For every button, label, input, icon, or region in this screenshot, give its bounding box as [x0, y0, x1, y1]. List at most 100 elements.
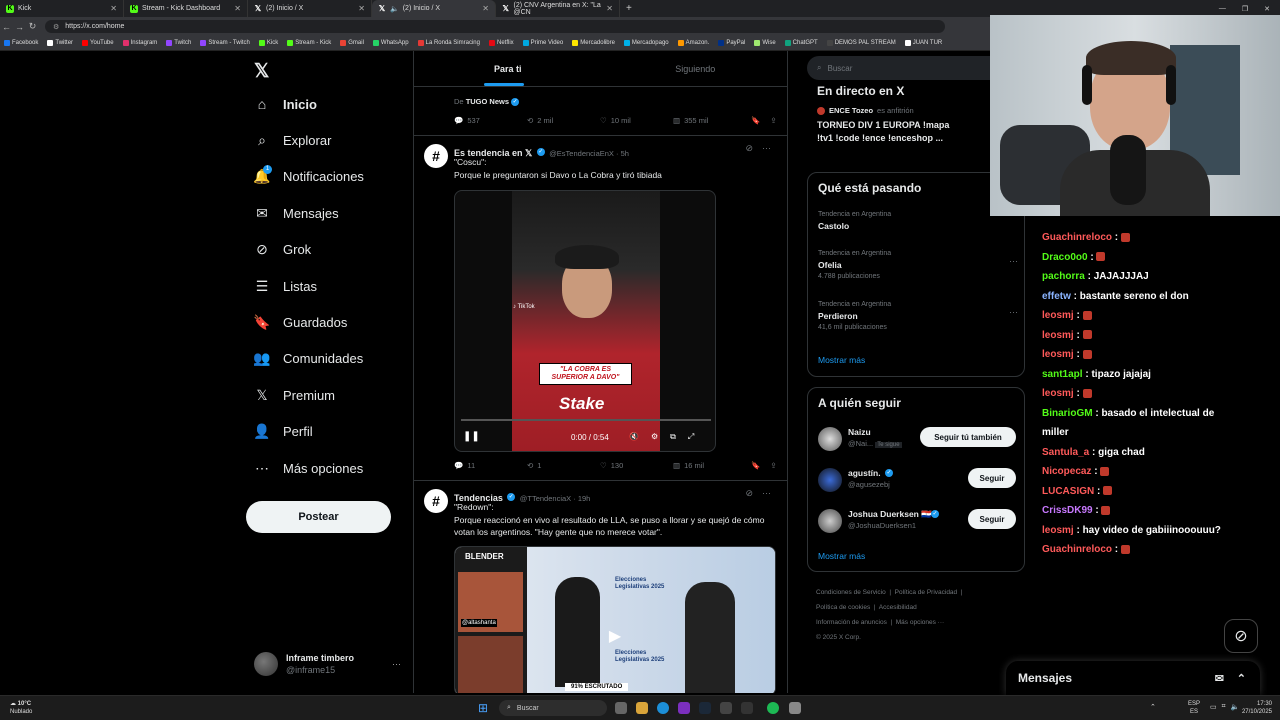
reply-button[interactable]: 💬 537	[454, 116, 527, 125]
back-icon[interactable]: ←	[0, 22, 13, 32]
bookmark-item[interactable]: Mercadolibre	[572, 40, 615, 46]
follow-button[interactable]: Seguir tú también	[920, 427, 1016, 447]
chat-username[interactable]: leosmj	[1042, 310, 1074, 321]
follow-button[interactable]: Seguir	[968, 509, 1016, 529]
share-icon[interactable]: ⇪	[770, 116, 776, 125]
bookmark-item[interactable]: Amazon.	[677, 40, 709, 46]
reply-button[interactable]: 💬 11	[454, 461, 527, 470]
mute-icon[interactable]: 🔇	[629, 432, 639, 442]
chat-username[interactable]: BinarioGM	[1042, 408, 1093, 419]
bookmark-item[interactable]: Instagram	[122, 40, 157, 46]
fullscreen-icon[interactable]: ⤢	[688, 432, 694, 442]
more-icon[interactable]: ···	[1009, 256, 1018, 266]
tab-para-ti[interactable]: Para ti	[414, 51, 602, 86]
like-button[interactable]: ♡ 10 mil	[600, 116, 673, 125]
tray-chevron-icon[interactable]: ⌃	[1150, 703, 1156, 711]
bookmark-item[interactable]: PayPal	[718, 40, 745, 46]
nav-item-mas-opciones[interactable]: ⋯ Más opciones	[254, 460, 363, 476]
grok-icon[interactable]: ⊘	[745, 143, 753, 154]
edge-icon[interactable]	[657, 702, 669, 714]
chat-username[interactable]: CrissDK99	[1042, 505, 1093, 516]
more-icon[interactable]: ···	[762, 143, 771, 153]
close-tab-icon[interactable]: ✕	[110, 4, 117, 13]
bookmark-item[interactable]: YouTube	[82, 40, 114, 46]
chat-username[interactable]: Nicopecaz	[1042, 466, 1091, 477]
pause-icon[interactable]: ❚❚	[463, 431, 480, 442]
close-window-icon[interactable]: ✕	[1264, 5, 1270, 13]
speaker-icon[interactable]: 🔈	[390, 5, 399, 13]
messages-drawer[interactable]: Mensajes ✉ ⌃	[1006, 661, 1260, 695]
clock[interactable]: 17:30 27/10/2025	[1240, 700, 1272, 716]
bookmark-button[interactable]: 🔖	[751, 461, 760, 470]
follow-button[interactable]: Seguir	[968, 468, 1016, 488]
bookmark-item[interactable]: Facebook	[4, 40, 38, 46]
nav-item-mensajes[interactable]: ✉ Mensajes	[254, 205, 339, 221]
browser-tab[interactable]: 𝕏 (2) CNV Argentina en X: "La @CN ✕	[496, 0, 620, 17]
app-icon[interactable]	[720, 702, 732, 714]
windows-start-icon[interactable]: ⊞	[478, 701, 488, 715]
trend-item[interactable]: Tendencia en Argentina Ofelia 4.788 public…	[818, 250, 1018, 280]
taskbar-search[interactable]: ⌕ Buscar	[499, 700, 607, 716]
bookmark-item[interactable]: DEMOS PAL STREAM	[826, 40, 896, 46]
weather-widget[interactable]: ☁ 10°C Nublado	[10, 700, 32, 716]
browser-tab-active[interactable]: 𝕏 🔈 (2) Inicio / X ✕	[372, 0, 496, 17]
bookmark-item[interactable]: Twitter	[47, 40, 73, 46]
chat-username[interactable]: leosmj	[1042, 388, 1074, 399]
repost-button[interactable]: ⟲ 2 mil	[527, 116, 600, 125]
trend-item[interactable]: Tendencia en Argentina Perdieron 41,6 mil …	[818, 301, 1018, 331]
grok-icon[interactable]: ⊘	[745, 488, 753, 499]
nav-item-inicio[interactable]: ⌂ Inicio	[254, 96, 317, 112]
play-icon[interactable]: ▶	[605, 627, 625, 647]
bookmark-item[interactable]: WhatsApp	[372, 40, 409, 46]
close-tab-icon[interactable]: ✕	[358, 4, 365, 13]
browser-tab[interactable]: K Kick ✕	[0, 0, 124, 17]
app-icon[interactable]	[789, 702, 801, 714]
more-icon[interactable]: ···	[392, 659, 401, 669]
nav-item-guardados[interactable]: 🔖 Guardados	[253, 314, 347, 330]
site-info-icon[interactable]: ⚙	[53, 23, 59, 31]
task-view-icon[interactable]	[615, 702, 627, 714]
chat-username[interactable]: leosmj	[1042, 330, 1074, 341]
chat-username[interactable]: LUCASIGN	[1042, 486, 1094, 497]
trend-account-avatar[interactable]: #	[424, 144, 448, 168]
nav-item-listas[interactable]: ☰ Listas	[254, 278, 317, 294]
nav-item-grok[interactable]: ⊘ Grok	[254, 241, 311, 258]
chat-username[interactable]: Guachinreloco	[1042, 544, 1112, 555]
bookmark-item[interactable]: Stream - Twitch	[200, 40, 250, 46]
more-icon[interactable]: ···	[762, 488, 771, 498]
chat-username[interactable]: effetw	[1042, 291, 1071, 302]
nav-item-perfil[interactable]: 👤 Perfil	[253, 423, 312, 440]
follow-suggestion[interactable]: Naizu @Nai... Te sigue Seguir tú también	[818, 425, 1018, 455]
new-tab-button[interactable]: +	[626, 3, 632, 14]
pip-icon[interactable]: ⧉	[670, 432, 676, 442]
bookmark-item[interactable]: Wise	[754, 40, 776, 46]
bookmark-item[interactable]: Stream - Kick	[287, 40, 331, 46]
nav-item-notificaciones[interactable]: 🔔 1 Notificaciones	[253, 164, 364, 185]
trend-item[interactable]: Tendencia en Argentina Castolo	[818, 211, 1018, 234]
chat-username[interactable]: Guachinreloco	[1042, 232, 1112, 243]
close-tab-icon[interactable]: ✕	[606, 4, 613, 13]
steam-icon[interactable]	[699, 702, 711, 714]
like-button[interactable]: ♡ 130	[600, 461, 673, 470]
language-indicator[interactable]: ESP ES	[1188, 700, 1200, 716]
nav-item-comunidades[interactable]: 👥 Comunidades	[253, 350, 363, 367]
reload-icon[interactable]: ↻	[26, 21, 39, 32]
app-icon[interactable]	[678, 702, 690, 714]
share-icon[interactable]: ⇪	[770, 461, 776, 470]
live-title[interactable]: TORNEO DIV 1 EUROPA !mapa !tv1 !code !en…	[817, 119, 949, 145]
bookmark-item[interactable]: Kick	[258, 40, 278, 46]
settings-icon[interactable]: ⚙	[651, 432, 658, 442]
chat-username[interactable]: leosmj	[1042, 525, 1074, 536]
chat-username[interactable]: Santula_a	[1042, 447, 1089, 458]
app-icon[interactable]	[741, 702, 753, 714]
compose-message-icon[interactable]: ✉	[1215, 672, 1224, 685]
file-explorer-icon[interactable]	[636, 702, 648, 714]
show-more-link[interactable]: Mostrar más	[818, 355, 865, 365]
browser-tab[interactable]: 𝕏 (2) Inicio / X ✕	[248, 0, 372, 17]
tab-siguiendo[interactable]: Siguiendo	[602, 51, 788, 86]
expand-icon[interactable]: ⌃	[1237, 672, 1246, 685]
bookmark-item[interactable]: ChatGPT	[784, 40, 818, 46]
chat-username[interactable]: pachorra	[1042, 271, 1085, 282]
views-button[interactable]: ▥ 16 mil	[673, 461, 751, 470]
chat-username[interactable]: Draco0o0	[1042, 252, 1088, 263]
